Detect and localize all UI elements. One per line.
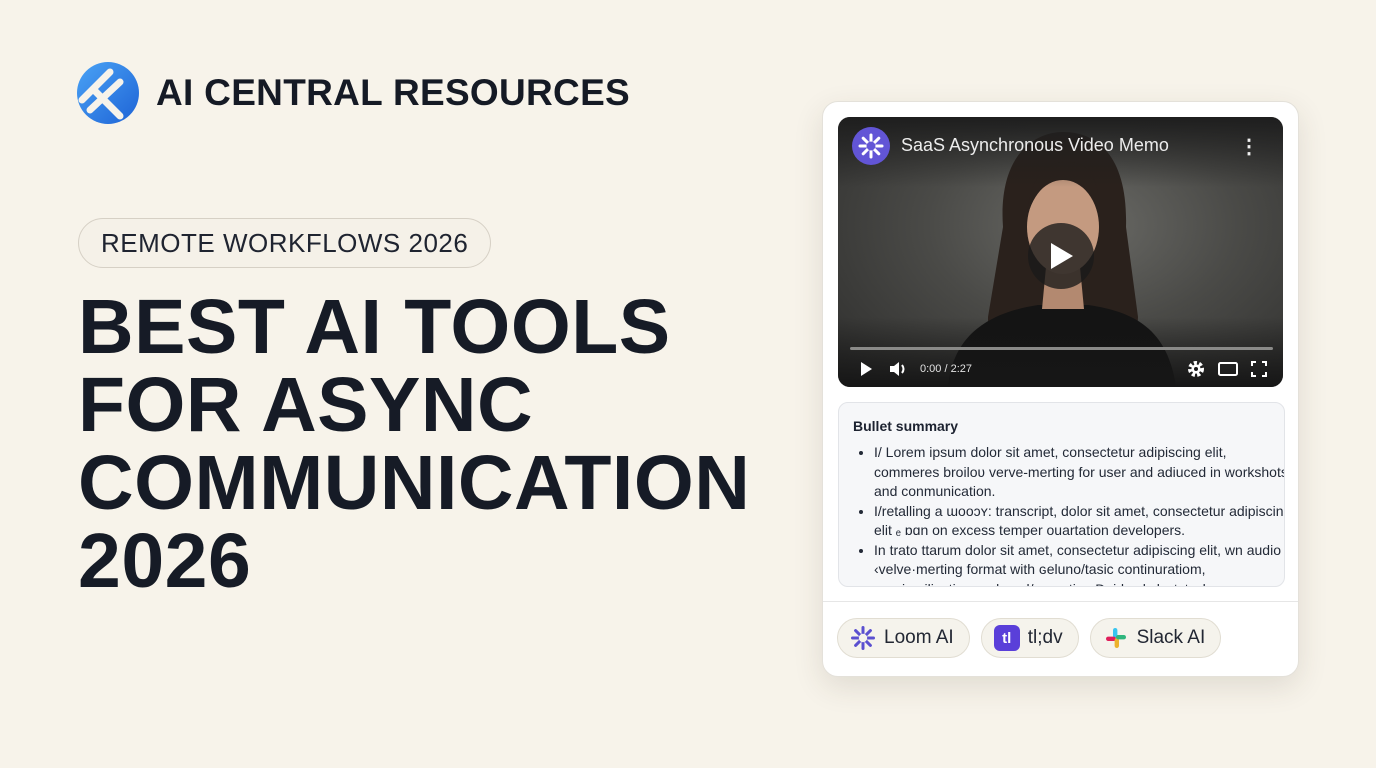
tool-chips: Loom AI tl tl;dv Slack AI <box>837 618 1222 658</box>
headline-line: BEST AI TOOLS <box>78 284 671 370</box>
bullet-summary-panel[interactable]: Bullet summary I/ Lorem ipsum dolor sit … <box>838 402 1285 587</box>
page-headline: BEST AI TOOLS FOR ASYNC COMMUNICATION 20… <box>78 288 750 600</box>
headline-line: FOR ASYNC <box>78 362 534 448</box>
video-player[interactable]: SaaS Asynchronous Video Memo ⋮ 0:00 / 2:… <box>838 117 1283 387</box>
time-display: 0:00 / 2:27 <box>920 363 972 375</box>
brand-logo-icon <box>77 62 139 124</box>
chip-loom-ai[interactable]: Loom AI <box>837 618 970 658</box>
loom-logo-icon[interactable] <box>852 127 890 165</box>
theater-mode-icon[interactable] <box>1218 362 1238 376</box>
chip-label: tl;dv <box>1027 627 1063 648</box>
brand: AI CENTRAL RESOURCES <box>76 60 630 126</box>
chip-tldv[interactable]: tl tl;dv <box>980 618 1079 658</box>
video-title[interactable]: SaaS Asynchronous Video Memo <box>901 135 1169 156</box>
summary-list: I/ Lorem ipsum dolor sit amet, consectet… <box>853 443 1284 587</box>
loom-logo-icon <box>850 625 876 651</box>
brand-name: AI CENTRAL RESOURCES <box>156 72 631 113</box>
more-vertical-icon[interactable]: ⋮ <box>1239 137 1259 157</box>
summary-title: Bullet summary <box>853 418 959 434</box>
settings-icon[interactable] <box>1187 360 1205 378</box>
player-controls: 0:00 / 2:27 <box>838 357 1283 381</box>
fullscreen-icon[interactable] <box>1251 361 1267 377</box>
chip-slack-ai[interactable]: Slack AI <box>1089 618 1222 658</box>
chip-label: Loom AI <box>884 627 954 648</box>
slack-logo-icon <box>1103 625 1129 651</box>
chip-label: Slack AI <box>1136 627 1206 648</box>
volume-icon[interactable] <box>888 360 908 378</box>
headline-line: 2026 <box>78 518 252 604</box>
video-memo-card: SaaS Asynchronous Video Memo ⋮ 0:00 / 2:… <box>822 101 1299 677</box>
play-icon[interactable] <box>858 361 874 377</box>
summary-item: In trato ttarum dolor sit amet, consecte… <box>874 541 1284 587</box>
progress-bar[interactable] <box>850 347 1273 350</box>
play-icon <box>1051 243 1073 269</box>
big-play-button[interactable] <box>1028 223 1094 289</box>
headline-line: COMMUNICATION <box>78 440 751 526</box>
category-tag: REMOTE WORKFLOWS 2026 <box>78 218 492 268</box>
summary-item: I/ Lorem ipsum dolor sit amet, consectet… <box>874 443 1284 502</box>
summary-item: I/retalling a ɯooɔʏ: transcript, dolor s… <box>874 502 1284 541</box>
card-divider <box>823 601 1298 602</box>
tldv-logo-icon: tl <box>993 625 1020 651</box>
